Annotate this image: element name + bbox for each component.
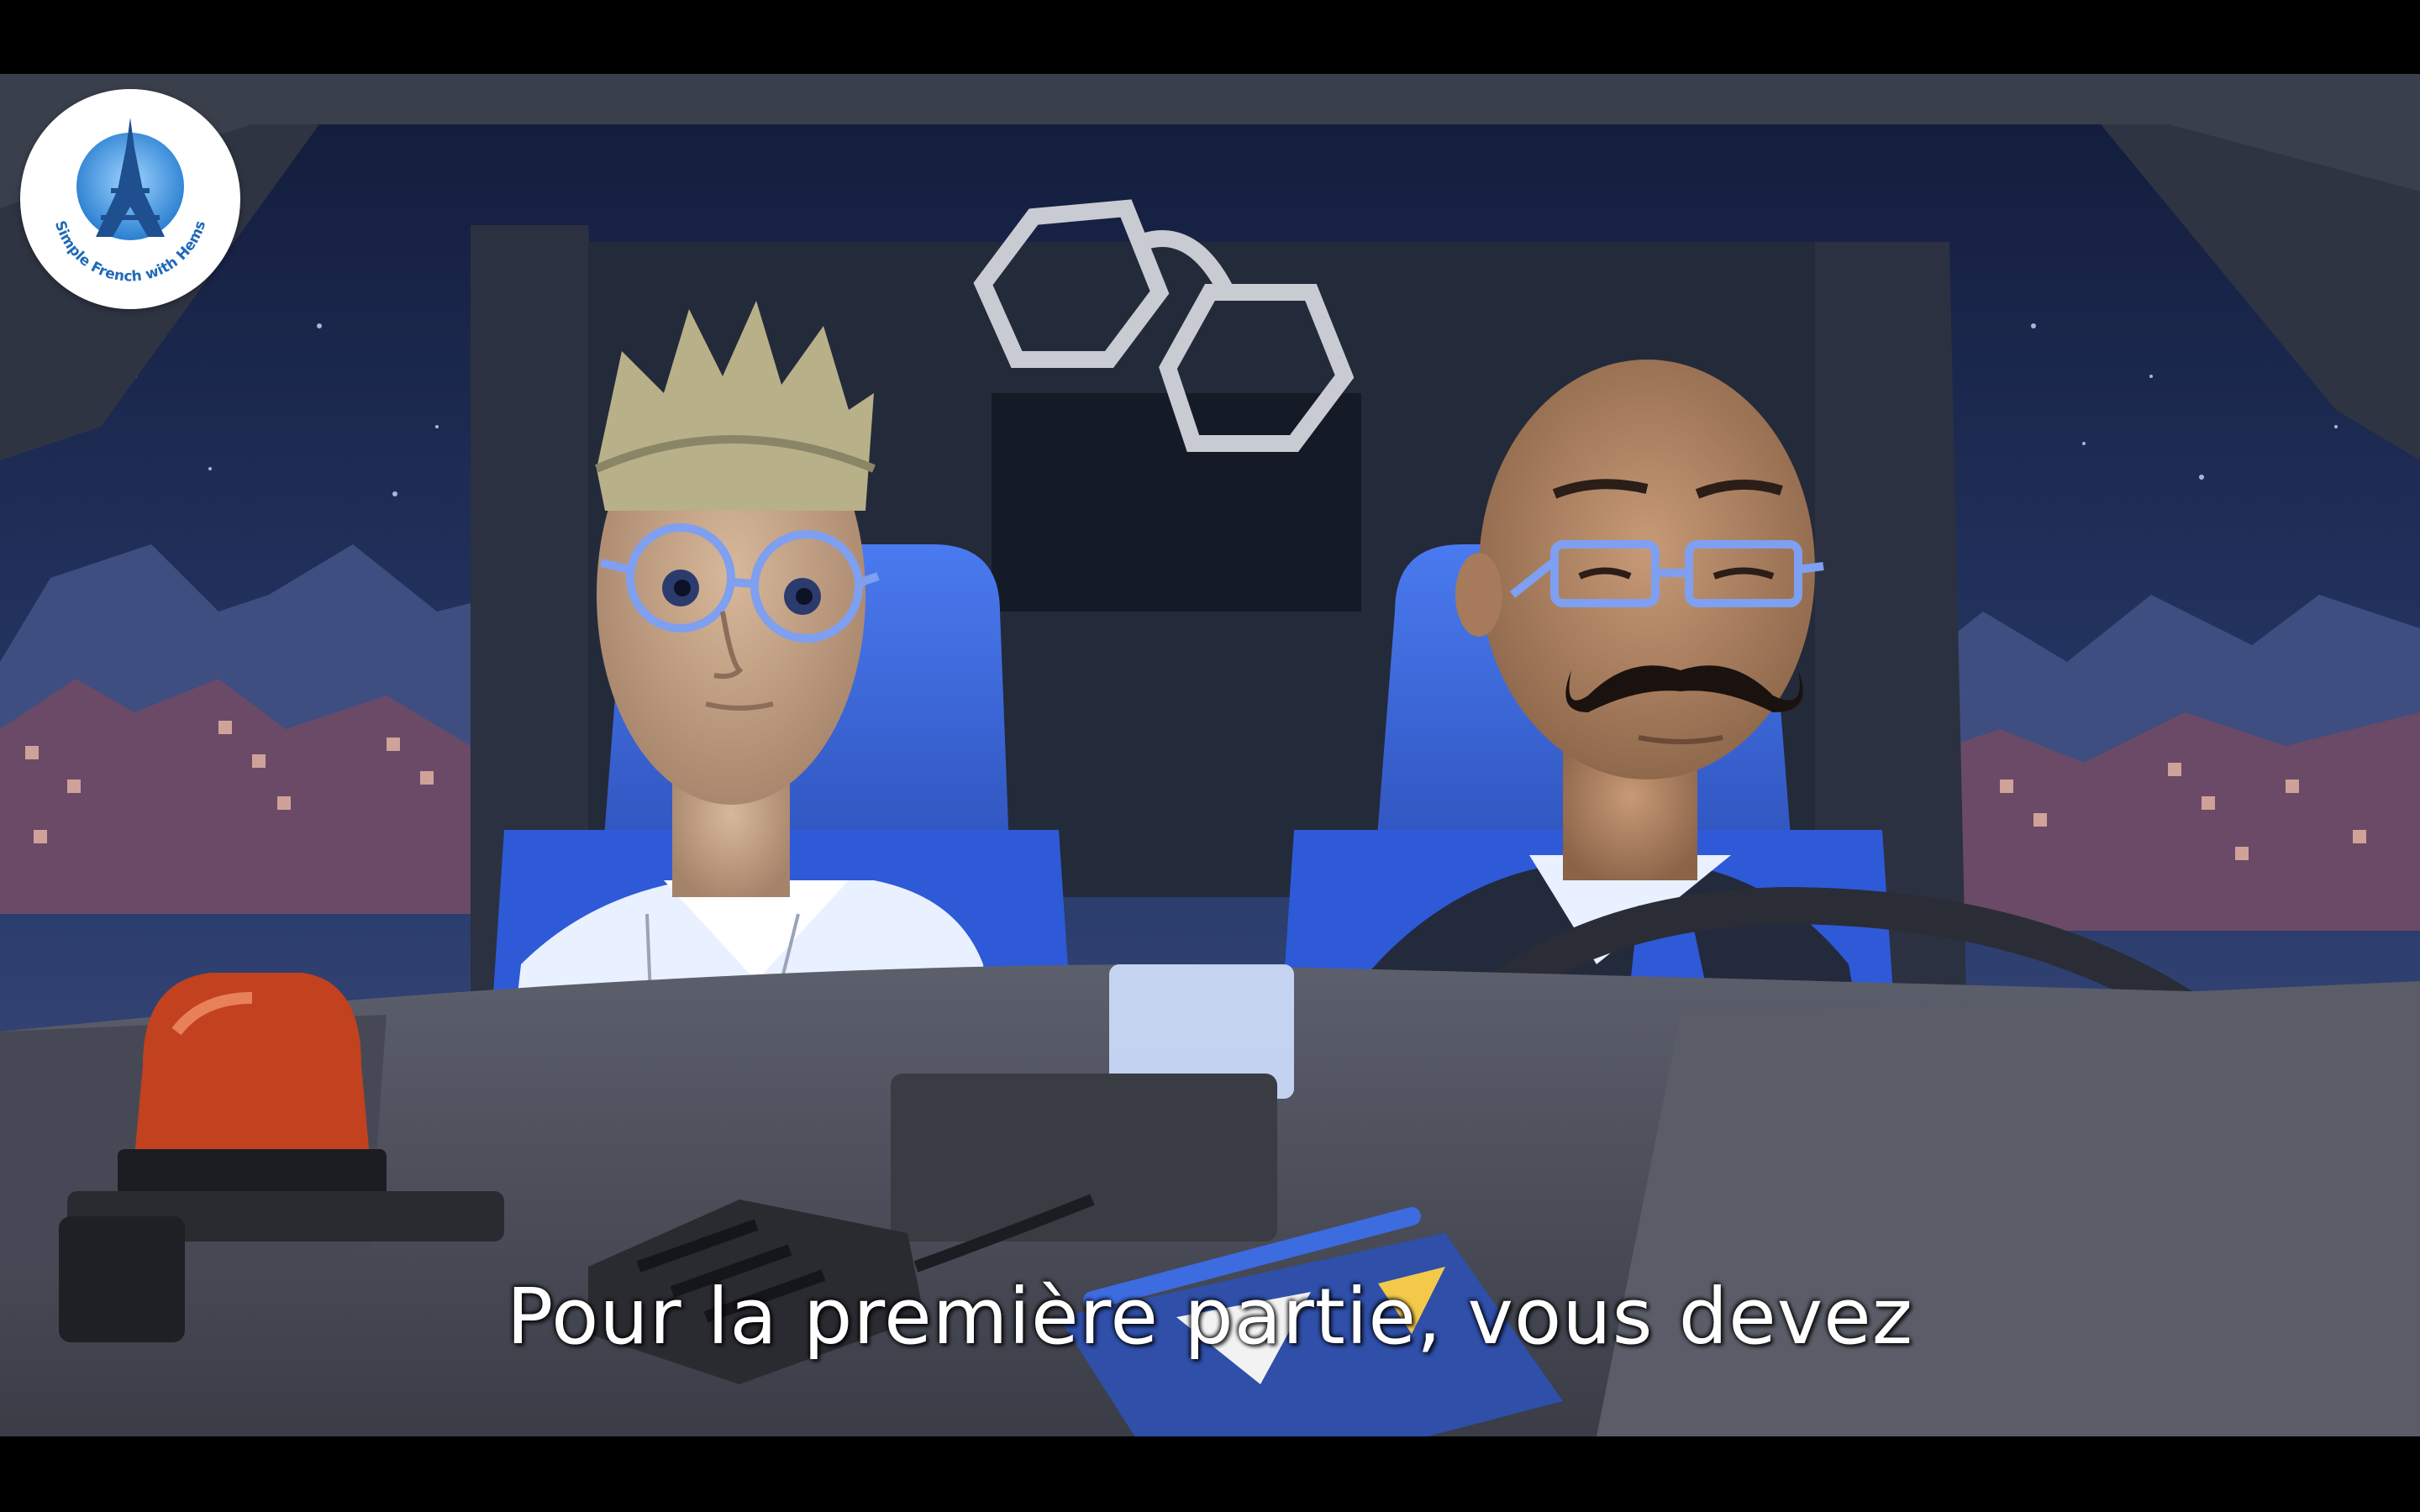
eiffel-tower-icon: Simple French with Hems [51,118,209,286]
subtitle-caption: Pour la première partie, vous devez [506,1272,1914,1362]
video-player: Simple French with Hems Pour la première… [0,0,2420,1512]
channel-logo[interactable]: Simple French with Hems [20,89,240,309]
video-frame[interactable]: Simple French with Hems Pour la première… [0,74,2420,1436]
police-car-scene [0,74,2420,1436]
